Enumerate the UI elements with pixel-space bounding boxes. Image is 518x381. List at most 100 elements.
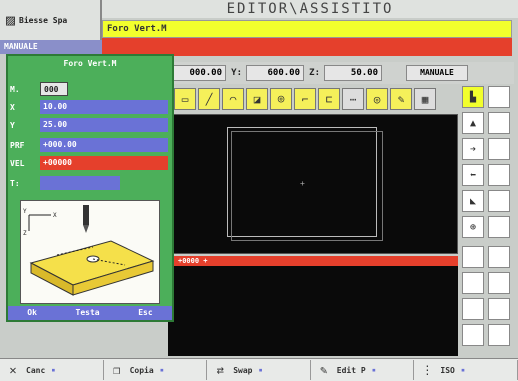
right-slot-button[interactable]	[488, 112, 510, 134]
tool-line-icon[interactable]: ╱	[198, 88, 220, 110]
right-slot-button[interactable]	[488, 138, 510, 160]
ok-button[interactable]: Ok	[27, 306, 37, 320]
mode-label: MANUALE	[0, 40, 102, 54]
right-slot-button[interactable]	[462, 272, 484, 294]
tool-drill-icon[interactable]: ⌾	[270, 88, 292, 110]
copy-label: Copia	[129, 365, 154, 375]
field-label: M.	[10, 84, 20, 94]
right-slot-button[interactable]	[488, 216, 510, 238]
panel-outline-offset	[231, 131, 383, 241]
field-label: X	[10, 102, 15, 112]
tool-dots-icon[interactable]: ⋯	[342, 88, 364, 110]
right-tool-column: ▙ ▲ ➔ ⬅ ◣ ⊕	[462, 86, 516, 356]
tool-clamp-icon[interactable]: ▙	[462, 86, 484, 108]
cancel-label: Canc	[26, 365, 46, 375]
iso-icon: ⋮	[421, 363, 434, 377]
drill-dialog: Foro Vert.M M. 000 X 10.00 Y 25.00 PRF +…	[6, 54, 174, 322]
file-name-bar: Foro Vert.M	[102, 20, 512, 38]
coord-y-value: 600.00	[246, 65, 304, 81]
field-y-row: Y 25.00	[10, 118, 168, 132]
right-slot-button[interactable]	[488, 324, 510, 346]
swap-button[interactable]: ⇄ Swap ▪	[207, 360, 311, 380]
close-icon: ✕	[9, 363, 17, 377]
drawing-canvas[interactable]: +	[168, 114, 458, 254]
separator-icon: ▪	[258, 366, 263, 374]
tool-toolbar: ▭ ╱ ◠ ◪ ⌾ ⌐ ⊏ ⋯ ◎ ✎ ▦	[168, 86, 458, 112]
field-label: Y	[10, 120, 15, 130]
separator-icon: ▪	[159, 366, 164, 374]
tool-angle-icon[interactable]: ◣	[462, 190, 484, 212]
field-t-row: T:	[10, 176, 120, 190]
copy-button[interactable]: ❐ Copia ▪	[104, 360, 208, 380]
tool-pen-icon[interactable]: ✎	[390, 88, 412, 110]
edit-p-label: Edit P	[336, 365, 366, 375]
iso-button[interactable]: ⋮ ISO ▪	[414, 360, 518, 380]
tool-aggregate-icon[interactable]: ⊕	[462, 216, 484, 238]
field-m-row: M. 000	[10, 82, 68, 96]
right-slot-button[interactable]	[462, 246, 484, 268]
coord-z-label: Z:	[309, 68, 320, 78]
field-t-input[interactable]	[40, 176, 120, 190]
field-prf-input[interactable]: +000.00	[40, 138, 168, 152]
right-slot-button[interactable]	[488, 86, 510, 108]
field-label: PRF	[10, 140, 25, 150]
iso-label: ISO	[440, 365, 455, 375]
field-vel-row: VEL +00000	[10, 156, 168, 170]
testa-button[interactable]: Testa	[76, 306, 100, 320]
cancel-button[interactable]: ✕ Canc ▪	[0, 360, 104, 380]
right-slot-button[interactable]	[488, 190, 510, 212]
tool-spindle-icon[interactable]: ▲	[462, 112, 484, 134]
swap-icon: ⇄	[216, 363, 224, 377]
bottom-command-bar: ✕ Canc ▪ ❐ Copia ▪ ⇄ Swap ▪ ✎ Edit P ▪ ⋮…	[0, 358, 518, 381]
tool-target-icon[interactable]: ◎	[366, 88, 388, 110]
esc-button[interactable]: Esc	[138, 306, 152, 320]
tool-grid-icon[interactable]: ▦	[414, 88, 436, 110]
window-title: EDITOR\ASSISTITO	[102, 0, 518, 18]
dialog-button-row: Ok Testa Esc	[8, 306, 172, 320]
coord-mode-button[interactable]: MANUALE	[406, 65, 468, 81]
panel-drill-diagram-icon: Y X Z	[23, 205, 155, 296]
right-slot-button[interactable]	[488, 298, 510, 320]
separator-icon: ▪	[460, 366, 466, 374]
field-m-input[interactable]: 000	[40, 82, 68, 96]
program-line-selected[interactable]: +0000 +	[168, 256, 458, 266]
coord-x-value: 000.00	[168, 65, 226, 81]
coordinates-row: 000.00 Y: 600.00 Z: 50.00 MANUALE	[168, 62, 514, 84]
swap-label: Swap	[233, 365, 253, 375]
right-slot-button[interactable]	[488, 164, 510, 186]
tool-cut-icon[interactable]: ⌐	[294, 88, 316, 110]
field-label: VEL	[10, 158, 25, 168]
field-prf-row: PRF +000.00	[10, 138, 168, 152]
svg-text:Y: Y	[23, 208, 27, 215]
edit-p-button[interactable]: ✎ Edit P ▪	[311, 360, 415, 380]
right-slot-button[interactable]	[462, 298, 484, 320]
edit-icon: ✎	[320, 363, 328, 377]
tool-rectangle-icon[interactable]: ▭	[174, 88, 196, 110]
company-name: Biesse Spa	[19, 15, 68, 25]
right-slot-button[interactable]	[488, 272, 510, 294]
right-slot-button[interactable]	[462, 324, 484, 346]
coord-y-label: Y:	[231, 68, 242, 78]
tool-saw-icon[interactable]: ⊏	[318, 88, 340, 110]
right-slot-button[interactable]	[488, 246, 510, 268]
svg-text:X: X	[53, 212, 57, 219]
company-logo: ▨ Biesse Spa	[0, 0, 102, 40]
origin-marker-icon: +	[300, 179, 305, 188]
tool-arc-icon[interactable]: ◠	[222, 88, 244, 110]
field-vel-input[interactable]: +00000	[40, 156, 168, 170]
biesse-logo-icon: ▨	[6, 11, 16, 29]
field-x-input[interactable]: 10.00	[40, 100, 168, 114]
drilling-illustration: Y X Z	[20, 200, 160, 304]
separator-icon: ▪	[371, 366, 376, 374]
copy-icon: ❐	[112, 363, 121, 377]
field-label: T:	[10, 178, 20, 188]
field-y-input[interactable]: 25.00	[40, 118, 168, 132]
tool-shape-icon[interactable]: ◪	[246, 88, 268, 110]
svg-text:Z: Z	[23, 230, 27, 237]
program-list[interactable]: +0000 +	[168, 256, 458, 356]
separator-icon: ▪	[51, 366, 56, 374]
field-x-row: X 10.00	[10, 100, 168, 114]
dialog-title: Foro Vert.M	[63, 59, 117, 68]
tool-insert-icon[interactable]: ⬅	[462, 164, 484, 186]
tool-horizontal-drill-icon[interactable]: ➔	[462, 138, 484, 160]
